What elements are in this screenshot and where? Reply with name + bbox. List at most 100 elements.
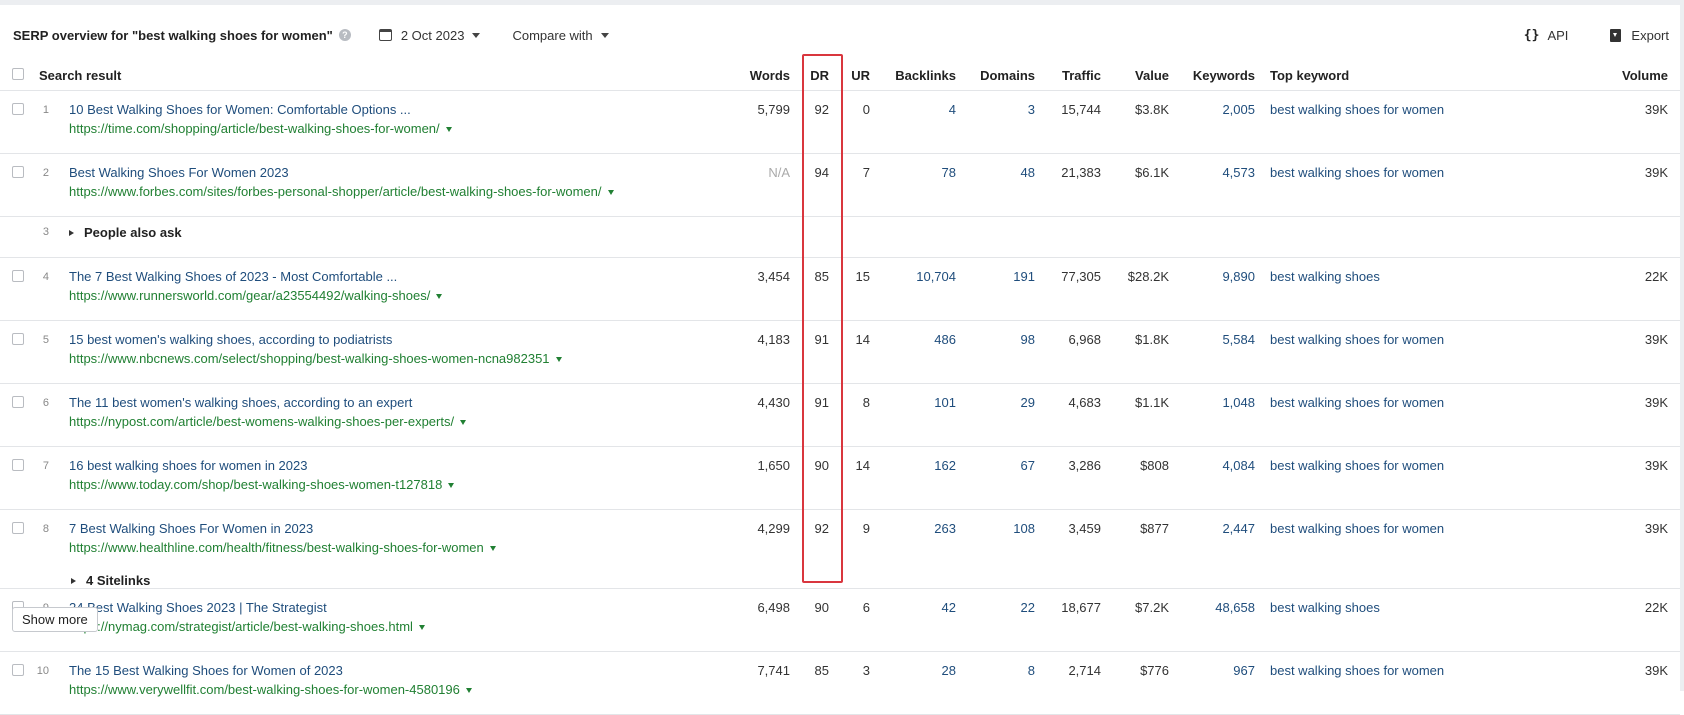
- keywords-link[interactable]: 4,084: [1169, 446, 1255, 510]
- ur: 3: [829, 651, 870, 715]
- top-keyword-link[interactable]: best walking shoes for women: [1255, 383, 1515, 447]
- export-button[interactable]: Export: [1610, 28, 1669, 43]
- top-keyword-link[interactable]: best walking shoes for women: [1255, 320, 1515, 384]
- col-traffic[interactable]: Traffic: [1062, 68, 1101, 83]
- result-url[interactable]: https://www.forbes.com/sites/forbes-pers…: [69, 184, 717, 199]
- result-url[interactable]: https://www.nbcnews.com/select/shopping/…: [69, 351, 717, 366]
- select-all-checkbox[interactable]: [12, 67, 24, 80]
- domains-link[interactable]: 191: [956, 257, 1035, 321]
- row-checkbox[interactable]: [12, 459, 24, 471]
- chevron-down-icon[interactable]: [489, 546, 496, 552]
- backlinks-link[interactable]: 4: [870, 90, 956, 154]
- result-url[interactable]: https://www.verywellfit.com/best-walking…: [69, 682, 717, 697]
- people-also-ask-row[interactable]: 3 People also ask: [0, 216, 1680, 258]
- col-volume[interactable]: Volume: [1622, 68, 1668, 83]
- value: $3.8K: [1101, 90, 1169, 154]
- chevron-down-icon[interactable]: [436, 294, 443, 300]
- backlinks-link[interactable]: 101: [870, 383, 956, 447]
- top-keyword-link[interactable]: best walking shoes for women: [1255, 90, 1515, 154]
- words: 4,299: [717, 509, 790, 589]
- keywords-link[interactable]: 9,890: [1169, 257, 1255, 321]
- domains-link[interactable]: 67: [956, 446, 1035, 510]
- col-value[interactable]: Value: [1135, 68, 1169, 83]
- result-title-link[interactable]: 10 Best Walking Shoes for Women: Comfort…: [69, 91, 717, 117]
- table-row: 10 The 15 Best Walking Shoes for Women o…: [0, 651, 1680, 715]
- col-ur[interactable]: UR: [851, 68, 870, 83]
- domains-link[interactable]: 8: [956, 651, 1035, 715]
- result-url[interactable]: https://time.com/shopping/article/best-w…: [69, 121, 717, 136]
- domains-link[interactable]: 22: [956, 588, 1035, 652]
- top-keyword-link[interactable]: best walking shoes for women: [1255, 153, 1515, 217]
- top-keyword-link[interactable]: best walking shoes for women: [1255, 651, 1515, 715]
- row-checkbox[interactable]: [12, 270, 24, 282]
- compare-with-button[interactable]: Compare with: [512, 28, 609, 43]
- domains-link[interactable]: 3: [956, 90, 1035, 154]
- people-also-ask-toggle[interactable]: People also ask: [69, 217, 182, 240]
- row-checkbox[interactable]: [12, 333, 24, 345]
- chevron-down-icon[interactable]: [555, 357, 562, 363]
- chevron-down-icon[interactable]: [607, 190, 614, 196]
- col-top-keyword[interactable]: Top keyword: [1270, 68, 1349, 83]
- top-keyword-link[interactable]: best walking shoes: [1255, 588, 1515, 652]
- col-keywords[interactable]: Keywords: [1193, 68, 1255, 83]
- backlinks-link[interactable]: 162: [870, 446, 956, 510]
- row-checkbox[interactable]: [12, 166, 24, 178]
- keywords-link[interactable]: 967: [1169, 651, 1255, 715]
- row-checkbox[interactable]: [12, 396, 24, 408]
- col-words[interactable]: Words: [750, 68, 790, 83]
- result-title-link[interactable]: 16 best walking shoes for women in 2023: [69, 447, 717, 473]
- backlinks-link[interactable]: 78: [870, 153, 956, 217]
- col-domains[interactable]: Domains: [980, 68, 1035, 83]
- top-keyword-link[interactable]: best walking shoes for women: [1255, 509, 1515, 589]
- col-search-result[interactable]: Search result: [39, 68, 121, 83]
- col-backlinks[interactable]: Backlinks: [895, 68, 956, 83]
- result-title-link[interactable]: The 7 Best Walking Shoes of 2023 - Most …: [69, 258, 717, 284]
- result-title-link[interactable]: Best Walking Shoes For Women 2023: [69, 154, 717, 180]
- row-checkbox[interactable]: [12, 103, 24, 115]
- keywords-link[interactable]: 48,658: [1169, 588, 1255, 652]
- dr: 85: [790, 257, 829, 321]
- result-title-link[interactable]: The 11 best women's walking shoes, accor…: [69, 384, 717, 410]
- keywords-link[interactable]: 5,584: [1169, 320, 1255, 384]
- domains-link[interactable]: 29: [956, 383, 1035, 447]
- domains-link[interactable]: 48: [956, 153, 1035, 217]
- api-button[interactable]: {} API: [1524, 28, 1569, 43]
- keywords-link[interactable]: 2,005: [1169, 90, 1255, 154]
- keywords-link[interactable]: 1,048: [1169, 383, 1255, 447]
- traffic: 3,459: [1035, 509, 1101, 589]
- result-url[interactable]: https://nymag.com/strategist/article/bes…: [69, 619, 717, 634]
- backlinks-link[interactable]: 42: [870, 588, 956, 652]
- top-keyword-link[interactable]: best walking shoes: [1255, 257, 1515, 321]
- backlinks-link[interactable]: 28: [870, 651, 956, 715]
- position: 2: [28, 153, 57, 217]
- result-title-link[interactable]: The 15 Best Walking Shoes for Women of 2…: [69, 652, 717, 678]
- chevron-down-icon[interactable]: [460, 420, 467, 426]
- chevron-down-icon[interactable]: [418, 625, 425, 631]
- backlinks-link[interactable]: 486: [870, 320, 956, 384]
- result-title-link[interactable]: 24 Best Walking Shoes 2023 | The Strateg…: [69, 589, 717, 615]
- result-url[interactable]: https://nypost.com/article/best-womens-w…: [69, 414, 717, 429]
- col-dr[interactable]: DR: [810, 68, 829, 83]
- row-checkbox[interactable]: [12, 522, 24, 534]
- top-keyword-link[interactable]: best walking shoes for women: [1255, 446, 1515, 510]
- result-url[interactable]: https://www.today.com/shop/best-walking-…: [69, 477, 717, 492]
- result-url[interactable]: https://www.healthline.com/health/fitnes…: [69, 540, 717, 555]
- chevron-down-icon[interactable]: [445, 127, 452, 133]
- value: $1.1K: [1101, 383, 1169, 447]
- result-title-link[interactable]: 7 Best Walking Shoes For Women in 2023: [69, 510, 717, 536]
- sitelinks-toggle[interactable]: 4 Sitelinks: [71, 573, 717, 588]
- keywords-link[interactable]: 2,447: [1169, 509, 1255, 589]
- result-title-link[interactable]: 15 best women's walking shoes, according…: [69, 321, 717, 347]
- result-url[interactable]: https://www.runnersworld.com/gear/a23554…: [69, 288, 717, 303]
- domains-link[interactable]: 98: [956, 320, 1035, 384]
- chevron-down-icon[interactable]: [448, 483, 455, 489]
- keywords-link[interactable]: 4,573: [1169, 153, 1255, 217]
- words: N/A: [717, 153, 790, 217]
- show-more-button[interactable]: Show more: [12, 607, 98, 632]
- date-picker-button[interactable]: 2 Oct 2023: [378, 28, 481, 43]
- backlinks-link[interactable]: 263: [870, 509, 956, 589]
- domains-link[interactable]: 108: [956, 509, 1035, 589]
- row-checkbox[interactable]: [12, 664, 24, 676]
- help-icon[interactable]: ?: [338, 29, 351, 41]
- backlinks-link[interactable]: 10,704: [870, 257, 956, 321]
